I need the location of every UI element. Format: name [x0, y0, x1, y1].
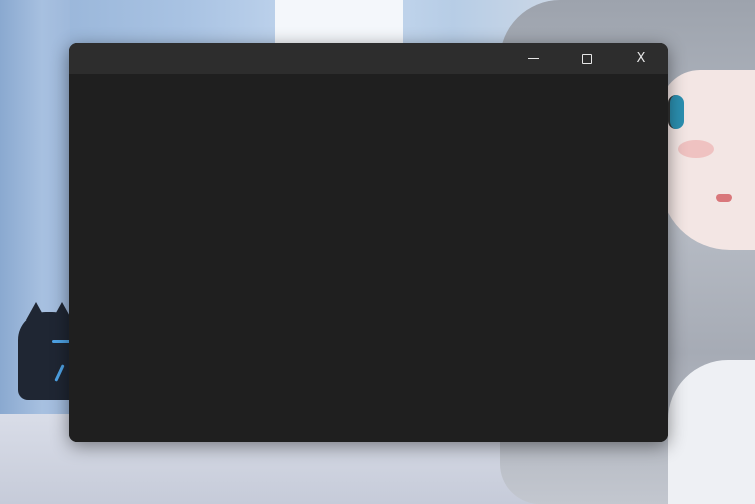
- cat-marking: [54, 364, 65, 382]
- window-titlebar[interactable]: X: [69, 43, 668, 74]
- maximize-icon: [582, 53, 592, 64]
- character-mouth: [716, 194, 732, 202]
- cat-ear: [26, 302, 46, 320]
- minimize-icon: [527, 58, 539, 59]
- character-eye: [668, 95, 684, 129]
- desktop-background: X: [0, 0, 755, 504]
- close-button[interactable]: X: [614, 43, 668, 74]
- minimize-button[interactable]: [506, 43, 560, 74]
- character-sleeve: [668, 360, 755, 504]
- maximize-button[interactable]: [560, 43, 614, 74]
- character-blush: [678, 140, 714, 158]
- close-icon: X: [636, 51, 646, 66]
- window-content-area[interactable]: [69, 74, 668, 442]
- app-window[interactable]: X: [69, 43, 668, 442]
